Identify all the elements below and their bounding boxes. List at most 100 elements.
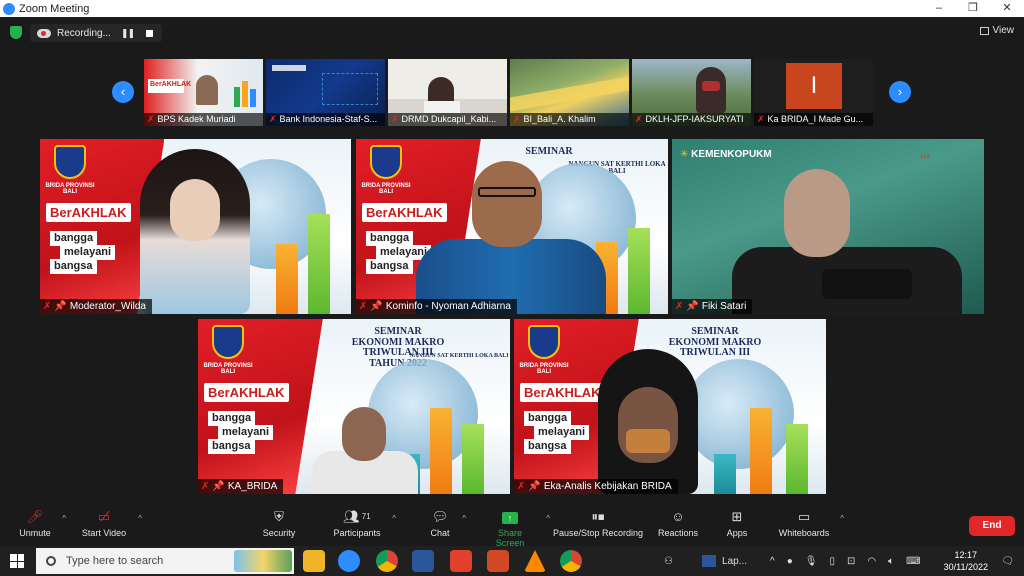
thumbnail-tile[interactable]: ✗ DKLH-JFP-IAKSURYATI xyxy=(632,59,751,126)
chat-button[interactable]: 💬︎ Chat ^ xyxy=(428,510,466,539)
pause-recording-icon[interactable]: ❚❚ xyxy=(121,28,135,39)
participant-name-label: ✗ DKLH-JFP-IAKSURYATI xyxy=(632,113,751,126)
minimize-button[interactable]: – xyxy=(922,0,956,17)
grid-view-icon xyxy=(979,26,989,35)
chevron-up-icon[interactable]: ^ xyxy=(770,556,775,567)
windows-start-icon[interactable] xyxy=(10,554,24,568)
chevron-up-icon[interactable]: ^ xyxy=(62,514,66,523)
participant-name-label: ✗ 📌 KA_BRIDA xyxy=(198,479,284,494)
camera-icon[interactable]: ● xyxy=(787,556,793,567)
seminar-line: SEMINAR xyxy=(691,326,739,337)
chevron-up-icon[interactable]: ^ xyxy=(840,514,844,523)
share-screen-icon: ↑ xyxy=(484,510,536,524)
participant-face xyxy=(342,407,386,461)
start-video-button[interactable]: ▭̸ Start Video ^ xyxy=(80,509,142,539)
unmute-button[interactable]: 🎤︎ Unmute ^ xyxy=(18,510,66,539)
chrome-profile-icon[interactable] xyxy=(560,550,582,572)
taskbar-active-app[interactable]: Lap... xyxy=(702,546,747,576)
bali-crest-icon xyxy=(528,325,560,359)
pdf-app-icon[interactable] xyxy=(450,550,472,572)
pin-icon: 📌 xyxy=(370,301,383,312)
close-button[interactable]: ✕ xyxy=(990,0,1024,17)
smiley-plus-icon: ☺︎ xyxy=(671,509,685,524)
people-icon[interactable]: ⚇ xyxy=(664,546,673,576)
berakhlak-logo: BerAKHLAK xyxy=(46,203,131,222)
prev-page-button[interactable]: ‹ xyxy=(112,81,134,103)
zoom-app-icon[interactable] xyxy=(338,550,360,572)
avatar: I xyxy=(786,63,842,109)
next-page-button[interactable]: › xyxy=(889,81,911,103)
berakhlak-logo: BerAKHLAK xyxy=(204,383,289,402)
powerpoint-icon[interactable] xyxy=(487,550,509,572)
bangsa-text: bangsa xyxy=(366,259,413,274)
view-button[interactable]: View xyxy=(979,25,1014,36)
pin-icon: 📌 xyxy=(212,481,225,492)
battery-icon[interactable]: ▯ xyxy=(829,556,835,567)
muted-mic-icon: ✗ xyxy=(675,301,684,312)
video-tile[interactable]: BRIDA PROVINSI BALI BerAKHLAK bangga mel… xyxy=(356,139,668,314)
microphone-icon[interactable]: 🎙︎ xyxy=(805,556,818,567)
participant-name-label: ✗ 📌 Moderator_Wilda xyxy=(40,299,152,314)
bangsa-text: bangsa xyxy=(524,439,571,454)
taskbar-clock[interactable]: 12:17 30/11/2022 xyxy=(944,549,988,573)
participant-name-label: ✗ Ka BRIDA_I Made Gu... xyxy=(754,113,873,126)
muted-mic-icon: ✗ xyxy=(757,114,765,124)
chevron-up-icon[interactable]: ^ xyxy=(138,514,142,523)
participants-button[interactable]: 👥︎ 71 Participants ^ xyxy=(332,510,396,539)
security-button[interactable]: ⛨ Security xyxy=(262,509,296,539)
pin-icon: 📌 xyxy=(54,301,67,312)
chevron-up-icon[interactable]: ^ xyxy=(546,514,550,523)
stop-recording-icon[interactable] xyxy=(146,29,154,37)
pin-icon: 📌 xyxy=(528,481,541,492)
vlc-icon[interactable] xyxy=(524,550,546,572)
shield-icon: ⛨ xyxy=(274,509,284,524)
notifications-icon[interactable]: 🗨︎ xyxy=(1001,546,1014,576)
reactions-button[interactable]: ☺︎ Reactions xyxy=(658,509,698,539)
thumbnail-tile[interactable]: ✗ Bank Indonesia-Staf-S... xyxy=(266,59,385,126)
apps-button[interactable]: ⊞ Apps xyxy=(726,510,748,539)
share-screen-button[interactable]: ↑ Share Screen ^ xyxy=(484,510,550,548)
bangga-text: bangga xyxy=(208,411,256,426)
wifi-icon[interactable]: ◠ xyxy=(867,556,876,567)
chevron-up-icon[interactable]: ^ xyxy=(392,514,396,523)
video-tile[interactable]: BRIDA PROVINSI BALI BerAKHLAK bangga mel… xyxy=(40,139,351,314)
word-icon[interactable] xyxy=(412,550,434,572)
seminar-title: SEMINAR xyxy=(525,146,573,157)
berakhlak-logo: BerAKHLAK xyxy=(520,383,605,402)
volume-icon[interactable]: 🔈︎ xyxy=(888,556,894,567)
thumbnail-tile[interactable]: ✗ BI_Bali_A. Khalim xyxy=(510,59,629,126)
video-tile[interactable]: BRIDA PROVINSI BALI BerAKHLAK bangga mel… xyxy=(514,319,826,494)
network-icon[interactable]: ⊡ xyxy=(847,556,855,567)
berakhlak-logo: BerAKHLAK xyxy=(362,203,447,222)
end-meeting-button[interactable]: End xyxy=(969,516,1015,536)
file-explorer-icon[interactable] xyxy=(303,550,325,572)
maximize-button[interactable]: ❐ xyxy=(956,0,990,17)
search-highlight-image xyxy=(234,550,292,572)
taskbar-search-input[interactable]: Type here to search xyxy=(36,548,294,574)
thumbnail-tile[interactable]: I ✗ Ka BRIDA_I Made Gu... xyxy=(754,59,873,126)
participant-face xyxy=(170,179,220,241)
video-tile[interactable]: ✳ KEMENKOPUKM ››› ✗ 📌 Fiki Satari xyxy=(672,139,984,314)
muted-mic-icon: ✗ xyxy=(359,301,368,312)
brida-label: BRIDA PROVINSI BALI xyxy=(45,183,95,195)
video-tile[interactable]: BRIDA PROVINSI BALI BerAKHLAK bangga mel… xyxy=(198,319,510,494)
zoom-logo-icon xyxy=(3,2,15,15)
window-titlebar: Zoom Meeting – ❐ ✕ xyxy=(0,0,1024,17)
chrome-icon[interactable] xyxy=(376,550,398,572)
language-icon[interactable]: ⌨ xyxy=(906,556,920,567)
participant-name-label: ✗ 📌 Eka-Analis Kebijakan BRIDA xyxy=(514,479,678,494)
thumbnail-tile[interactable]: BerAKHLAK ✗ BPS Kadek Muriadi xyxy=(144,59,263,126)
cloud-recording-icon xyxy=(37,28,51,38)
thumbnail-tile[interactable]: ✗ DRMD Dukcapil_Kabi... xyxy=(388,59,507,126)
encryption-shield-icon[interactable] xyxy=(10,26,22,39)
participant-name-label: ✗ BPS Kadek Muriadi xyxy=(144,113,263,126)
chevron-up-icon[interactable]: ^ xyxy=(462,514,466,523)
bangga-text: bangga xyxy=(50,231,98,246)
window-title: Zoom Meeting xyxy=(19,2,90,15)
whiteboards-button[interactable]: ▭ Whiteboards ^ xyxy=(778,510,844,539)
pause-stop-recording-button[interactable]: ⏸︎⏹︎ Pause/Stop Recording xyxy=(552,510,644,539)
participant-face xyxy=(472,161,542,247)
clock-date: 30/11/2022 xyxy=(943,562,988,572)
video-off-icon: ▭̸ xyxy=(97,509,111,524)
search-icon xyxy=(46,556,56,566)
